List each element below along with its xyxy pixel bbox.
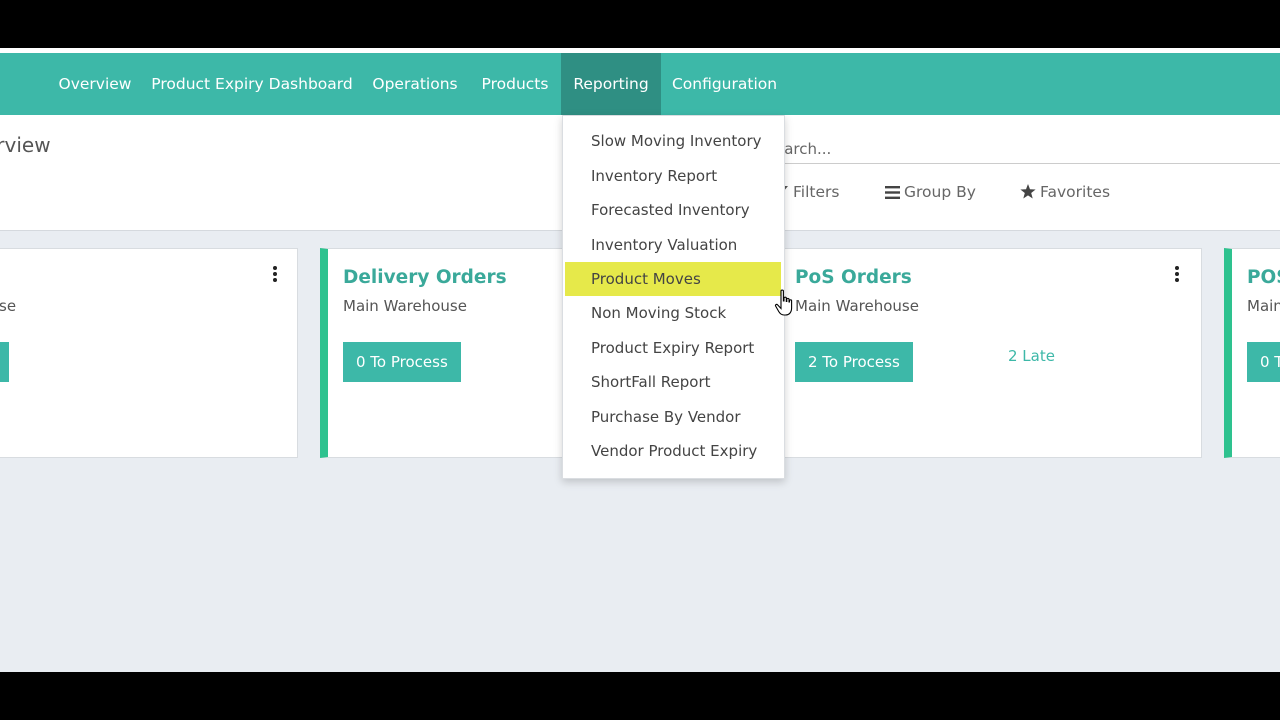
menu-item-non-moving-stock[interactable]: Non Moving Stock (565, 296, 781, 330)
card-warehouse: Main (1247, 297, 1280, 315)
card-warehouse: Main Warehouse (795, 297, 919, 315)
hand-cursor-icon (774, 289, 793, 316)
search-input[interactable] (775, 135, 1280, 164)
to-process-button[interactable]: 2 To Process (795, 342, 913, 382)
group-by-icon (885, 186, 900, 199)
operation-card[interactable]: se (0, 248, 298, 458)
group-by-button[interactable]: Group By (885, 183, 976, 201)
pos-orders-card[interactable]: PoS Orders Main Warehouse 2 To Process 2… (780, 248, 1202, 458)
kebab-icon[interactable] (267, 265, 283, 283)
to-process-button[interactable] (0, 342, 9, 382)
menu-item-shortfall-report[interactable]: ShortFall Report (565, 365, 781, 399)
menu-item-inventory-report[interactable]: Inventory Report (565, 159, 781, 193)
nav-configuration[interactable]: Configuration (664, 53, 785, 115)
card-warehouse: Main Warehouse (343, 297, 467, 315)
to-process-button[interactable]: 0 To Process (343, 342, 461, 382)
nav-products[interactable]: Products (472, 53, 558, 115)
nav-overview[interactable]: Overview (48, 53, 142, 115)
to-process-button[interactable]: 0 T (1247, 342, 1280, 382)
reporting-dropdown-menu: Slow Moving Inventory Inventory Report F… (562, 115, 785, 479)
favorites-button[interactable]: Favorites (1020, 183, 1110, 201)
menu-item-product-moves[interactable]: Product Moves (565, 262, 781, 296)
kebab-icon[interactable] (1169, 265, 1185, 283)
menu-item-slow-moving-inventory[interactable]: Slow Moving Inventory (565, 124, 781, 158)
page-title: erview (0, 133, 51, 157)
filters-label: Filters (793, 183, 840, 201)
menu-item-inventory-valuation[interactable]: Inventory Valuation (565, 228, 781, 262)
pos-card[interactable]: POS Main 0 T (1224, 248, 1280, 458)
favorites-label: Favorites (1040, 183, 1111, 201)
late-link[interactable]: 2 Late (1008, 347, 1055, 365)
delivery-orders-card[interactable]: Delivery Orders Main Warehouse 0 To Proc… (320, 248, 570, 458)
menu-item-product-expiry-report[interactable]: Product Expiry Report (565, 331, 781, 365)
app-screen: Overview Product Expiry Dashboard Operat… (0, 48, 1280, 672)
group-by-label: Group By (904, 183, 976, 201)
menu-item-forecasted-inventory[interactable]: Forecasted Inventory (565, 193, 781, 227)
nav-operations[interactable]: Operations (364, 53, 466, 115)
nav-product-expiry-dashboard[interactable]: Product Expiry Dashboard (146, 53, 358, 115)
nav-reporting[interactable]: Reporting (561, 53, 661, 115)
card-title[interactable]: PoS Orders (795, 267, 912, 288)
menu-item-vendor-product-expiry[interactable]: Vendor Product Expiry (565, 434, 781, 468)
main-navbar: Overview Product Expiry Dashboard Operat… (0, 53, 1280, 115)
card-title[interactable]: POS (1247, 267, 1280, 288)
card-title[interactable]: Delivery Orders (343, 267, 507, 288)
star-icon (1020, 184, 1036, 199)
card-warehouse: se (0, 297, 17, 315)
menu-item-purchase-by-vendor[interactable]: Purchase By Vendor (565, 400, 781, 434)
